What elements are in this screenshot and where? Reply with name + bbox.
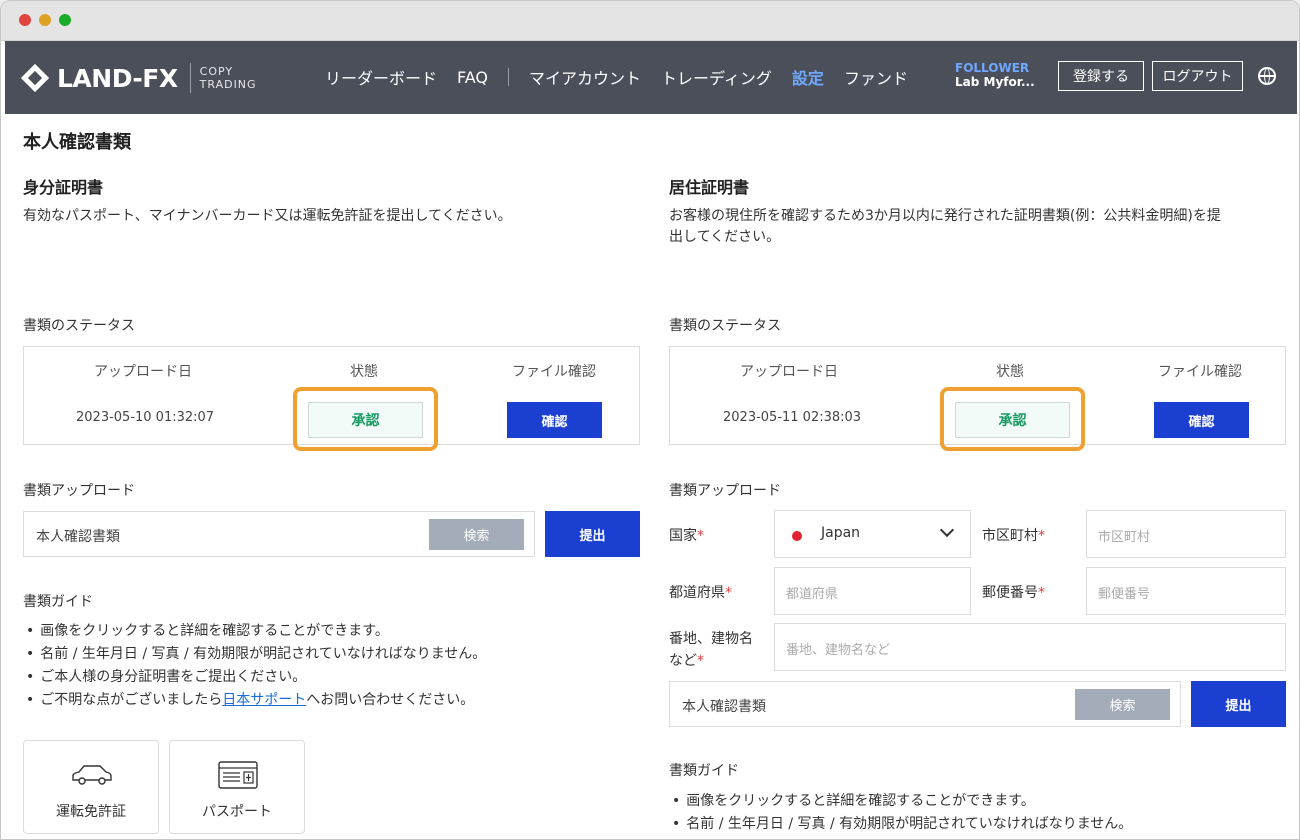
user-role: FOLLOWER	[955, 61, 1030, 75]
logo-text: LAND-FX	[57, 63, 178, 93]
identity-search-button[interactable]: 検索	[429, 519, 524, 550]
col-status: 状態	[350, 364, 378, 380]
list-item: ご本人様の身分証明書をご提出ください。	[23, 666, 486, 689]
browser-window: LAND-FX COPY TRADING リーダーボード FAQ マイアカウント…	[0, 0, 1300, 840]
logo-divider	[189, 63, 191, 93]
upload-date: 2023-05-11 02:38:03	[723, 410, 862, 425]
col-upload-date: アップロード日	[94, 364, 192, 380]
residence-submit-button[interactable]: 提出	[1191, 681, 1286, 727]
nav-faq[interactable]: FAQ	[457, 68, 488, 87]
logout-button[interactable]: ログアウト	[1152, 61, 1243, 91]
residence-guide-list: 画像をクリックすると詳細を確認することができます。 名前 / 生年月日 / 写真…	[669, 790, 1132, 836]
list-item: 名前 / 生年月日 / 写真 / 有効期限が明記されていなければなりません。	[669, 813, 1132, 836]
identity-file-input[interactable]: 本人確認書類 検索	[23, 511, 535, 557]
main-nav: リーダーボード FAQ マイアカウント トレーディング 設定 ファンド	[325, 65, 928, 89]
nav-trading[interactable]: トレーディング	[661, 65, 772, 89]
top-navbar: LAND-FX COPY TRADING リーダーボード FAQ マイアカウント…	[5, 41, 1297, 114]
logo[interactable]: LAND-FX COPY TRADING	[20, 61, 257, 95]
country-select[interactable]: Japan	[774, 510, 971, 558]
file-confirm-button[interactable]: 確認	[1154, 402, 1249, 438]
residence-file-input[interactable]: 本人確認書類 検索	[669, 681, 1181, 727]
residence-section-title: 居住証明書	[669, 178, 750, 197]
chevron-down-icon	[939, 522, 955, 538]
nav-settings[interactable]: 設定	[792, 65, 824, 89]
close-window-button[interactable]	[19, 14, 31, 26]
passport-card[interactable]: パスポート	[169, 740, 305, 834]
list-item: ご不明な点がございましたら日本サポートへお問い合わせください。	[23, 689, 486, 712]
list-item: 画像をクリックすると詳細を確認することができます。	[23, 620, 486, 643]
city-input[interactable]: 市区町村	[1086, 510, 1286, 558]
prefecture-input[interactable]: 都道府県	[774, 567, 971, 615]
country-label: 国家*	[669, 528, 704, 544]
zoom-window-button[interactable]	[59, 14, 71, 26]
window-titlebar	[1, 1, 1299, 41]
passport-icon	[218, 761, 258, 789]
list-item: 画像をクリックすると詳細を確認することができます。	[669, 790, 1132, 813]
residence-upload-label: 書類アップロード	[669, 483, 781, 499]
identity-section-title: 身分証明書	[23, 178, 104, 197]
col-upload-date: アップロード日	[740, 364, 838, 380]
file-confirm-button[interactable]: 確認	[507, 402, 602, 438]
identity-guide-title: 書類ガイド	[23, 594, 93, 610]
city-label: 市区町村*	[982, 528, 1045, 544]
status-highlight	[293, 387, 438, 451]
car-icon	[72, 765, 112, 785]
identity-description: 有効なパスポート、マイナンバーカード又は運転免許証を提出してください。	[23, 208, 512, 224]
nav-fund[interactable]: ファンド	[844, 65, 908, 89]
residence-status-label: 書類のステータス	[669, 318, 781, 334]
postal-code-label: 郵便番号*	[982, 585, 1045, 601]
japan-support-link[interactable]: 日本サポート	[222, 692, 306, 708]
card-caption: パスポート	[202, 804, 272, 820]
page-title: 本人確認書類	[23, 132, 131, 153]
identity-submit-button[interactable]: 提出	[545, 511, 640, 557]
address-input[interactable]: 番地、建物名など	[774, 623, 1286, 671]
prefecture-label: 都道府県*	[669, 585, 732, 601]
logo-subtitle: COPY TRADING	[199, 65, 257, 91]
residence-description: お客様の現住所を確認するため3か月以内に発行された証明書類(例：公共料金明細)を…	[669, 208, 1221, 245]
card-caption: 運転免許証	[56, 804, 126, 820]
minimize-window-button[interactable]	[39, 14, 51, 26]
upload-date: 2023-05-10 01:32:07	[76, 410, 215, 425]
list-item: 名前 / 生年月日 / 写真 / 有効期限が明記されていなければなりません。	[23, 643, 486, 666]
user-info[interactable]: FOLLOWER Lab Myfor...	[955, 61, 1035, 89]
residence-guide-title: 書類ガイド	[669, 763, 739, 779]
globe-icon[interactable]	[1258, 67, 1276, 85]
register-button[interactable]: 登録する	[1058, 61, 1144, 91]
user-name: Lab Myfor...	[955, 75, 1035, 89]
postal-code-input[interactable]: 郵便番号	[1086, 567, 1286, 615]
col-file-check: ファイル確認	[1158, 364, 1242, 380]
nav-leaderboard[interactable]: リーダーボード	[325, 65, 437, 89]
nav-divider	[508, 68, 510, 86]
residence-search-button[interactable]: 検索	[1075, 689, 1170, 720]
col-file-check: ファイル確認	[512, 364, 596, 380]
identity-upload-label: 書類アップロード	[23, 483, 135, 499]
nav-my-account[interactable]: マイアカウント	[529, 65, 641, 89]
japan-flag-icon	[792, 531, 802, 541]
identity-status-label: 書類のステータス	[23, 318, 135, 334]
address-label: 番地、建物名 など*	[669, 631, 753, 669]
identity-guide-list: 画像をクリックすると詳細を確認することができます。 名前 / 生年月日 / 写真…	[23, 620, 486, 712]
col-status: 状態	[996, 364, 1024, 380]
drivers-license-card[interactable]: 運転免許証	[23, 740, 159, 834]
landfx-logo-icon	[20, 63, 50, 93]
status-highlight	[940, 387, 1085, 451]
